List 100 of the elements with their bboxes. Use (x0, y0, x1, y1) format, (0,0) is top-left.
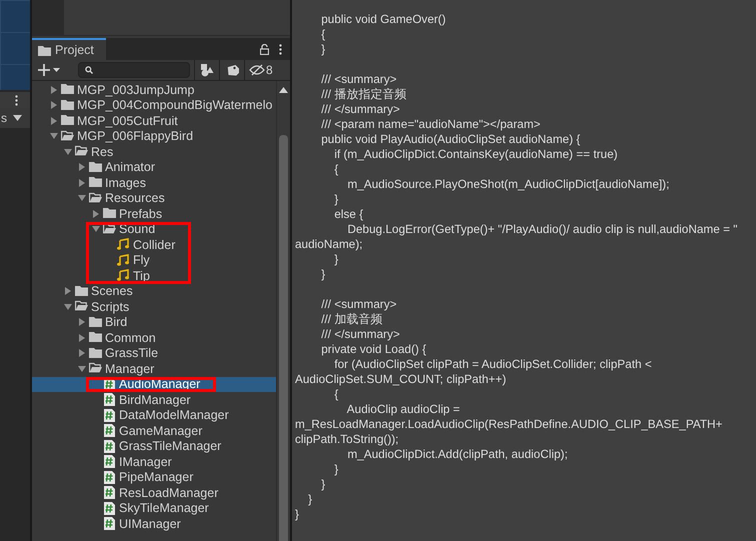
collapse-arrow-icon[interactable] (64, 148, 72, 156)
script-file-icon (103, 393, 116, 406)
code-line: } (333, 192, 340, 207)
expand-arrow-icon[interactable] (78, 349, 86, 358)
open-folder-icon (75, 145, 88, 158)
script-file-icon (103, 424, 116, 438)
tree-item[interactable]: GrassTileManager (32, 438, 276, 454)
scrollbar[interactable] (276, 81, 290, 541)
tree-item[interactable]: DataModelManager (32, 408, 276, 423)
expand-arrow-icon[interactable] (64, 287, 72, 296)
tree-item[interactable]: Sound (32, 222, 276, 237)
expand-arrow-icon[interactable] (78, 318, 86, 326)
code-line: for (AudioClipSet clipPath = AudioClipSet.Collider; clipPath < (333, 357, 653, 372)
script-file-icon (103, 517, 116, 530)
tree-item[interactable]: Fly (32, 252, 276, 268)
tree-item[interactable]: Scenes (32, 284, 276, 299)
code-line: } (320, 477, 326, 492)
code-line: private void Load() { (320, 342, 428, 357)
tree-item[interactable]: MGP_004CompoundBigWatermelo (32, 98, 276, 113)
expand-arrow-icon[interactable] (78, 163, 86, 172)
music-note-icon (117, 238, 130, 252)
scroll-up-arrow-icon[interactable] (279, 87, 288, 93)
code-line: } (295, 507, 300, 522)
hidden-packages-button[interactable]: 8 (244, 60, 275, 80)
tree-item[interactable]: Collider (32, 237, 276, 252)
expand-arrow-icon[interactable] (50, 101, 58, 110)
tree-item[interactable]: Bird (32, 314, 276, 330)
folder-icon (89, 346, 102, 360)
code-line: Debug.LogError(GetType()+ "/PlayAudio()/ audio clip is null,audioName = " (346, 222, 738, 237)
tree-item[interactable]: Tip (32, 268, 276, 284)
code-editor[interactable] (292, 0, 756, 541)
search-icon (85, 66, 93, 74)
script-file-icon (103, 408, 116, 422)
code-line: m_ResLoadManager.LoadAudioClip(ResPathDefine.AUDIO_CLIP_BASE_PATH+ (295, 417, 724, 432)
folder-icon (89, 331, 102, 344)
tree-item[interactable]: MGP_006FlappyBird (32, 128, 276, 144)
tree-item[interactable]: Images (32, 175, 276, 190)
tree-item[interactable]: Res (32, 144, 276, 160)
collapse-arrow-icon[interactable] (50, 132, 58, 140)
open-folder-icon (89, 362, 102, 376)
tree-item[interactable]: Resources (32, 190, 276, 206)
folder-icon (61, 83, 74, 96)
code-line: /// <summary> (320, 297, 398, 312)
music-note-icon (117, 269, 130, 282)
project-tab[interactable]: Project (32, 38, 106, 60)
tree-item[interactable]: IManager (32, 454, 276, 470)
tree-item[interactable]: Animator (32, 160, 276, 175)
more-options-icon[interactable] (279, 44, 282, 54)
code-line: public void GameOver() (320, 12, 447, 27)
tree-item[interactable]: Prefabs (32, 206, 276, 222)
more-options-icon[interactable] (15, 94, 18, 106)
open-folder-icon (61, 130, 74, 143)
script-file-icon (103, 502, 116, 515)
code-line: AudioClipSet.SUM_COUNT; clipPath++) (295, 372, 508, 387)
code-line: audioName); (295, 237, 364, 252)
tree-item[interactable]: ResLoadManager (32, 485, 276, 500)
lock-icon[interactable] (260, 44, 269, 54)
code-line: } (333, 462, 340, 477)
open-folder-icon (89, 192, 102, 205)
search-field[interactable] (78, 62, 190, 78)
code-line: m_AudioSource.PlayOneShot(m_AudioClipDict[audioName]); (346, 177, 670, 192)
expand-arrow-icon[interactable] (78, 178, 86, 187)
tree-item[interactable]: GrassTile (32, 346, 276, 361)
dropdown-caret-icon[interactable] (13, 115, 22, 121)
code-line: /// 加载音频 (320, 312, 384, 327)
folder-icon (61, 114, 74, 128)
collapse-arrow-icon[interactable] (92, 225, 100, 234)
tree-item[interactable]: PipeManager (32, 470, 276, 485)
script-file-icon (103, 440, 116, 453)
open-folder-icon (103, 222, 116, 236)
tree-item[interactable]: Manager (32, 361, 276, 376)
expand-arrow-icon[interactable] (92, 210, 100, 218)
collapse-arrow-icon[interactable] (78, 364, 86, 373)
folder-icon (38, 44, 51, 56)
tree-item[interactable]: GameManager (32, 423, 276, 438)
tree-item[interactable]: Scripts (32, 299, 276, 314)
tree-item[interactable]: BirdManager (32, 392, 276, 408)
code-line: /// 播放指定音频 (320, 87, 408, 102)
folder-icon (75, 284, 88, 298)
folder-icon (103, 207, 116, 220)
script-file-icon (103, 470, 116, 484)
code-line: clipPath.ToString()); (295, 432, 400, 447)
expand-arrow-icon[interactable] (50, 116, 58, 125)
script-file-icon (103, 486, 116, 500)
expand-arrow-icon[interactable] (78, 334, 86, 342)
tree-item[interactable]: MGP_005CutFruit (32, 113, 276, 128)
tree-item[interactable]: Common (32, 330, 276, 346)
dropdown-label: s (0, 111, 7, 125)
code-line: /// </summary> (320, 327, 401, 342)
collapse-arrow-icon[interactable] (78, 194, 86, 202)
tree-item[interactable]: UIManager (32, 516, 276, 532)
tree-item[interactable]: SkyTileManager (32, 500, 276, 516)
code-line: { (320, 27, 326, 42)
eye-slash-icon (249, 64, 265, 76)
code-line: { (333, 162, 340, 177)
music-note-icon (117, 254, 130, 267)
code-line: } (307, 492, 314, 507)
collapse-arrow-icon[interactable] (64, 302, 72, 311)
tree-item[interactable]: MGP_003JumpJump (32, 82, 276, 98)
expand-arrow-icon[interactable] (50, 86, 58, 94)
